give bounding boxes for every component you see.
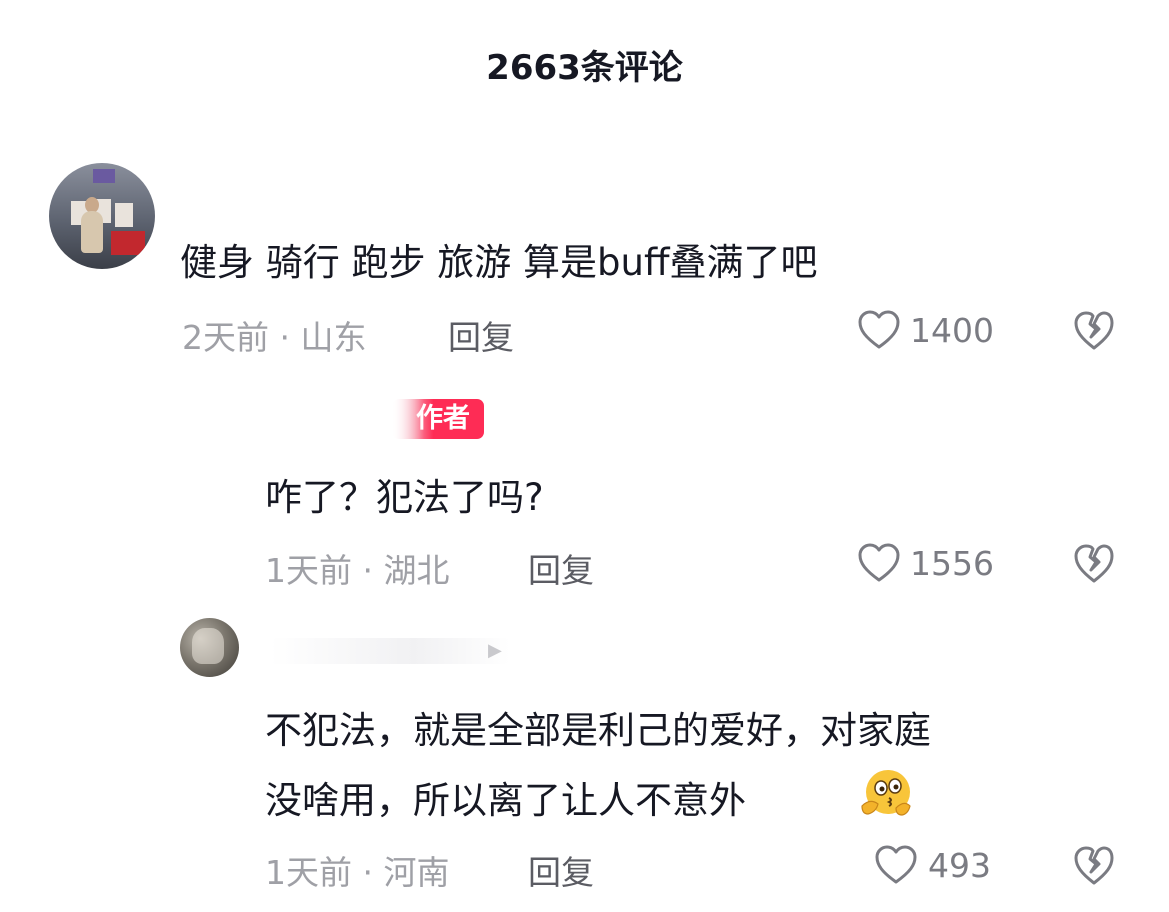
- comment-text: 咋了？犯法了吗?: [265, 476, 544, 519]
- reply-button[interactable]: 回复: [448, 311, 514, 359]
- comment-text-line1: 不犯法，就是全部是利己的爱好，对家庭: [265, 709, 931, 752]
- heart-outline-icon[interactable]: [857, 543, 901, 583]
- username-blurred: [270, 638, 510, 664]
- comment-location: 河南: [383, 853, 450, 892]
- comment-location: 山东: [300, 318, 367, 357]
- broken-heart-icon[interactable]: [1073, 845, 1115, 887]
- comment-time: 1天前: [265, 551, 352, 590]
- heart-outline-icon[interactable]: [874, 845, 918, 885]
- avatar[interactable]: [180, 618, 239, 677]
- broken-heart-icon[interactable]: [1073, 543, 1115, 585]
- badge-blur-overlay: [392, 399, 424, 439]
- like-count: 1556: [910, 544, 994, 583]
- comment-time: 1天前: [265, 853, 352, 892]
- thinking-face-emoji: [861, 770, 911, 816]
- comment-meta: 2天前 · 山东: [182, 318, 367, 357]
- comment-location: 湖北: [383, 551, 450, 590]
- top-cutoff-icons: [969, 0, 1139, 2]
- reply-button[interactable]: 回复: [528, 846, 594, 894]
- comment-text-line2: 没啥用，所以离了让人不意外: [265, 779, 746, 822]
- comment-time: 2天前: [182, 318, 269, 357]
- comment-meta: 1天前 · 河南: [265, 853, 450, 892]
- like-count: 493: [928, 846, 991, 885]
- avatar[interactable]: [49, 163, 155, 269]
- comment-count-title: 2663条评论: [486, 48, 683, 88]
- comment-meta: 1天前 · 湖北: [265, 551, 450, 590]
- like-count: 1400: [910, 311, 994, 350]
- reply-button[interactable]: 回复: [528, 544, 594, 592]
- heart-outline-icon[interactable]: [857, 310, 901, 350]
- reply-arrow-icon: ▶: [488, 640, 502, 661]
- comment-text: 健身 骑行 跑步 旅游 算是buff叠满了吧: [180, 241, 818, 284]
- broken-heart-icon[interactable]: [1073, 310, 1115, 352]
